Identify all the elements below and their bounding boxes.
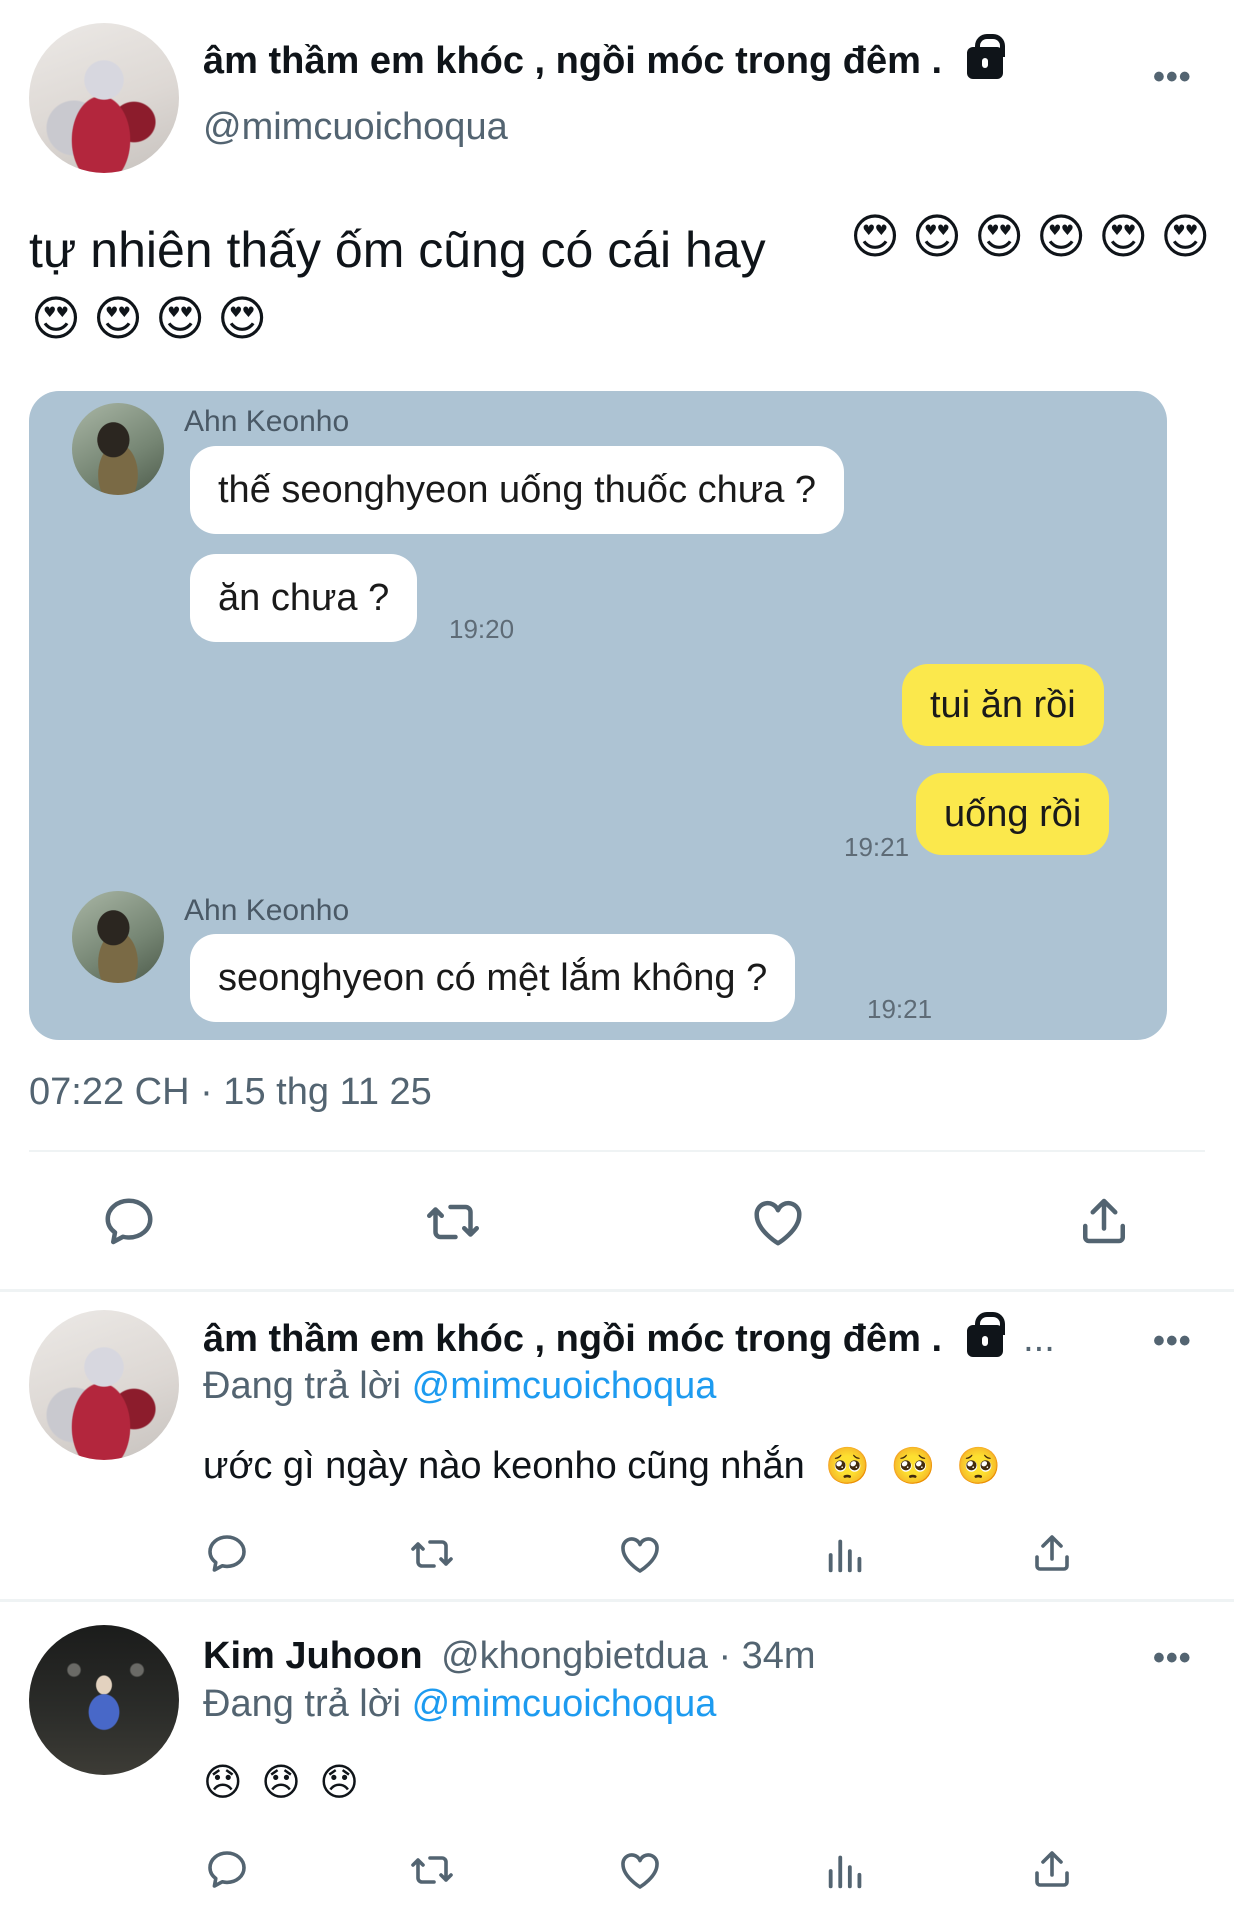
replying-to-line: Đang trả lời @mimcuoichoqua [203, 1683, 716, 1726]
chat-message: seonghyeon có mệt lắm không ? [190, 934, 796, 1022]
chat-message: ăn chưa ? [190, 554, 418, 642]
replying-to-link[interactable]: @mimcuoichoqua [412, 1365, 717, 1407]
tweet-text-body: tự nhiên thấy ốm cũng có cái hay [29, 222, 766, 278]
separator [0, 1289, 1234, 1292]
more-options-icon[interactable]: ••• [1153, 60, 1192, 94]
heart-eyes-emoji: 😍 [1036, 211, 1087, 264]
chat-message-own: tui ăn rồi [902, 664, 1104, 746]
reply-emojis: 😞 😞 😞 [203, 1760, 359, 1805]
chat-message-own: uống rồi [916, 773, 1110, 855]
pleading-emoji: 🥺 [825, 1445, 871, 1486]
author-avatar[interactable] [29, 23, 179, 173]
tweet-emojis-row1: 😍 😍 😍 😍 😍 😍 [850, 214, 1210, 262]
share-icon[interactable] [1028, 1844, 1076, 1894]
chat-message-text: seonghyeon có mệt lắm không ? [218, 956, 768, 999]
chat-sender-name: Ahn Keonho [184, 894, 350, 927]
tweet-emojis-row2: 😍 😍 😍 😍 [31, 296, 267, 344]
reply-handle-time[interactable]: @khongbietdua · 34m [441, 1635, 815, 1677]
reply-avatar[interactable] [29, 1310, 179, 1460]
reply-text: ước gì ngày nào keonho cũng nhắn 🥺 🥺 🥺 [203, 1445, 1001, 1488]
chat-message-text: thế seonghyeon uống thuốc chưa ? [218, 468, 817, 511]
replying-prefix: Đang trả lời [203, 1683, 402, 1725]
chat-sender-name: Ahn Keonho [184, 405, 350, 438]
replying-prefix: Đang trả lời [203, 1365, 402, 1407]
author-display-name[interactable]: âm thầm em khóc , ngồi móc trong đêm . [203, 33, 1005, 83]
truncated-ellipsis: ... [1023, 1318, 1055, 1360]
share-icon[interactable] [1074, 1190, 1134, 1252]
replying-to-link[interactable]: @mimcuoichoqua [412, 1683, 717, 1725]
retweet-icon[interactable] [405, 1846, 459, 1894]
chat-avatar [72, 891, 164, 983]
lock-icon [966, 1311, 1005, 1357]
disappointed-emoji: 😞 [203, 1762, 243, 1804]
more-options-icon[interactable]: ••• [1153, 1324, 1192, 1358]
lock-icon [966, 33, 1005, 79]
chat-message-text: tui ăn rồi [930, 683, 1076, 726]
separator [0, 1599, 1234, 1602]
disappointed-emoji: 😞 [261, 1762, 301, 1804]
like-icon[interactable] [616, 1846, 664, 1894]
reply-author-line: Kim Juhoon @khongbietdua · 34m [203, 1635, 816, 1678]
chat-message-text: ăn chưa ? [218, 576, 390, 619]
chat-message: thế seonghyeon uống thuốc chưa ? [190, 446, 845, 534]
pleading-emoji: 🥺 [956, 1445, 1001, 1486]
divider [29, 1150, 1205, 1152]
heart-eyes-emoji: 😍 [912, 211, 963, 264]
replying-to-line: Đang trả lời @mimcuoichoqua [203, 1365, 716, 1408]
heart-eyes-emoji: 😍 [1160, 211, 1211, 264]
tweet-timestamp[interactable]: 07:22 CH · 15 thg 11 25 [29, 1071, 432, 1114]
reply-icon[interactable] [203, 1530, 251, 1578]
heart-eyes-emoji: 😍 [1098, 211, 1149, 264]
chat-screenshot-image[interactable]: Ahn Keonho thế seonghyeon uống thuốc chư… [29, 391, 1167, 1040]
reply-text-body: ước gì ngày nào keonho cũng nhắn [203, 1445, 805, 1487]
disappointed-emoji: 😞 [319, 1762, 359, 1804]
heart-eyes-emoji: 😍 [217, 293, 268, 346]
share-icon[interactable] [1028, 1528, 1076, 1578]
heart-eyes-emoji: 😍 [31, 293, 82, 346]
chat-avatar [72, 403, 164, 495]
chat-timestamp: 19:21 [867, 994, 933, 1024]
heart-eyes-emoji: 😍 [850, 211, 901, 264]
display-name-text: âm thầm em khóc , ngồi móc trong đêm . [203, 40, 942, 82]
views-icon[interactable] [823, 1532, 869, 1578]
chat-message-text: uống rồi [944, 792, 1082, 835]
more-options-icon[interactable]: ••• [1153, 1641, 1192, 1675]
heart-eyes-emoji: 😍 [93, 293, 144, 346]
reply-icon[interactable] [203, 1846, 251, 1894]
reply-avatar[interactable] [29, 1625, 179, 1775]
author-handle[interactable]: @mimcuoichoqua [203, 106, 508, 149]
retweet-icon[interactable] [421, 1192, 485, 1252]
chat-timestamp: 19:21 [844, 832, 910, 862]
reply-author-name[interactable]: âm thầm em khóc , ngồi móc trong đêm . .… [203, 1311, 1055, 1361]
pleading-emoji: 🥺 [890, 1445, 936, 1486]
reply-author-name[interactable]: Kim Juhoon [203, 1635, 423, 1677]
views-icon[interactable] [823, 1848, 869, 1894]
like-icon[interactable] [616, 1530, 664, 1578]
heart-eyes-emoji: 😍 [155, 293, 206, 346]
chat-timestamp: 19:20 [449, 614, 515, 644]
heart-eyes-emoji: 😍 [974, 211, 1025, 264]
display-name-text: âm thầm em khóc , ngồi móc trong đêm . [203, 1318, 942, 1360]
reply-icon[interactable] [99, 1192, 159, 1252]
retweet-icon[interactable] [405, 1530, 459, 1578]
like-icon[interactable] [748, 1192, 808, 1252]
